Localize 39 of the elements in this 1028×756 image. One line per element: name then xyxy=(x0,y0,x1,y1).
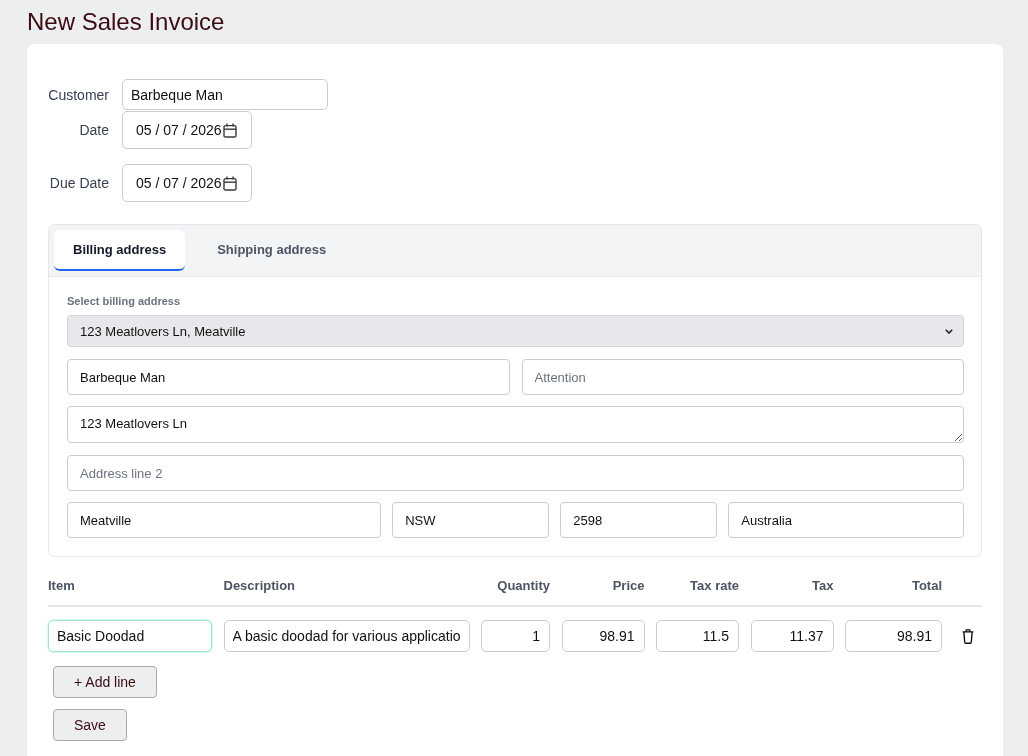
item-field[interactable]: Basic Doodad xyxy=(48,620,212,652)
price-field[interactable]: 98.91 xyxy=(561,620,645,652)
column-header: Quantity xyxy=(496,577,550,595)
column-header: Tax rate xyxy=(689,577,739,595)
postcode-field[interactable]: 2598 xyxy=(560,502,718,538)
total-field[interactable]: 98.91 xyxy=(845,620,942,652)
column-header: Tax xyxy=(811,577,834,595)
calendar-icon[interactable] xyxy=(223,175,237,191)
field-label: Customer xyxy=(48,86,109,103)
save-button[interactable]: Save xyxy=(53,709,127,741)
tax-rate-field[interactable]: 11.5 xyxy=(656,620,739,652)
chevron-down-icon xyxy=(945,328,953,334)
address-select[interactable]: 123 Meatlovers Ln, Meatville xyxy=(67,315,964,347)
calendar-icon[interactable] xyxy=(223,122,237,138)
address-line-field[interactable]: Address line 2 xyxy=(67,455,964,491)
column-header: Item xyxy=(48,577,76,595)
trash-icon[interactable] xyxy=(961,628,974,644)
tax-field[interactable]: 11.37 xyxy=(750,620,834,652)
field-label: Date xyxy=(78,122,109,138)
select-label: Select billing address xyxy=(67,295,181,308)
customer-field[interactable]: Barbeque Man xyxy=(122,79,328,110)
address-tab[interactable]: Shipping address xyxy=(198,230,346,271)
column-header: Total xyxy=(910,577,942,595)
name-field[interactable]: Barbeque Man xyxy=(67,359,510,395)
city-field[interactable]: Meatville xyxy=(67,502,382,538)
state-field[interactable]: NSW xyxy=(392,502,550,538)
address-line-field[interactable]: 123 Meatlovers Ln xyxy=(67,406,964,443)
column-header: Description xyxy=(223,577,296,595)
address-tab[interactable]: Billing address xyxy=(54,230,186,271)
description-field[interactable]: A basic doodad for various applicatio xyxy=(223,620,470,652)
page-title: New Sales Invoice xyxy=(27,7,225,37)
column-header: Price xyxy=(611,577,645,595)
date-field[interactable]: 05 / 07 / 2026 xyxy=(122,164,252,202)
add-line-button[interactable]: + Add line xyxy=(53,666,157,698)
attention-field[interactable]: Attention xyxy=(521,359,964,395)
date-field[interactable]: 05 / 07 / 2026 xyxy=(122,111,252,149)
country-field[interactable]: Australia xyxy=(728,502,964,538)
quantity-field[interactable]: 1 xyxy=(481,620,550,652)
field-label: Due Date xyxy=(48,175,109,191)
